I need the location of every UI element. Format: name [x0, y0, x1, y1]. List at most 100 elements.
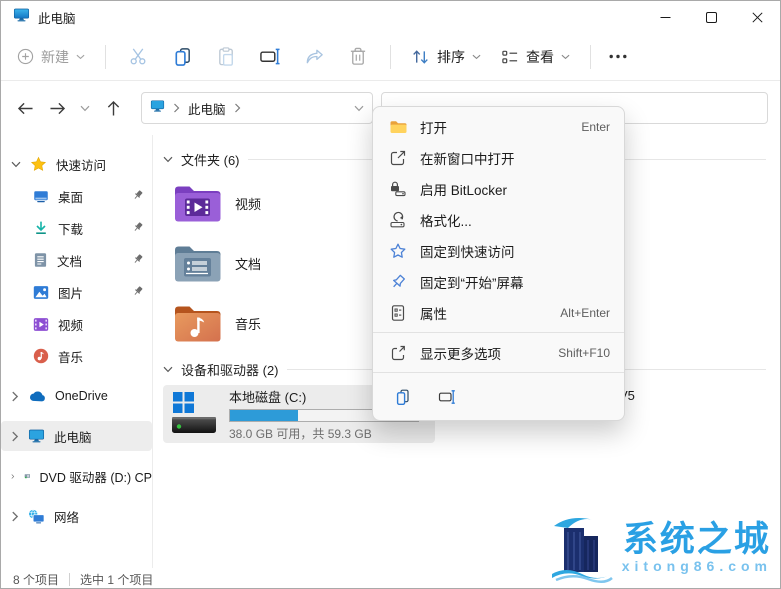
rename-button[interactable]: [248, 40, 292, 74]
up-button[interactable]: [97, 92, 129, 124]
close-icon: [751, 11, 763, 23]
recent-locations-button[interactable]: [73, 92, 97, 124]
toolbar-divider: [390, 44, 391, 69]
chevron-right-icon[interactable]: [11, 391, 19, 402]
delete-icon: [350, 47, 366, 65]
sidebar-item-this-pc[interactable]: 此电脑: [1, 421, 152, 451]
sidebar-item-pictures[interactable]: 图片: [1, 277, 152, 307]
sidebar-item-documents[interactable]: 文档: [1, 245, 152, 275]
sidebar-item-label: OneDrive: [55, 389, 108, 403]
maximize-button[interactable]: [688, 1, 734, 33]
menu-shortcut: Shift+F10: [558, 345, 610, 360]
this-pc-icon: [13, 7, 30, 28]
sidebar-item-downloads[interactable]: 下载: [1, 213, 152, 243]
menu-item-format[interactable]: 格式化...: [373, 204, 624, 235]
sidebar-item-quick-access[interactable]: 快速访问: [1, 149, 152, 179]
paste-button[interactable]: [204, 40, 248, 74]
music-folder-icon: [175, 306, 221, 342]
documents-folder-icon: [175, 246, 221, 282]
rename-icon: [438, 390, 455, 404]
chevron-down-icon[interactable]: [11, 161, 21, 168]
menu-item-pin-to-quick-access[interactable]: 固定到快速访问: [373, 235, 624, 266]
chevron-down-icon[interactable]: [163, 156, 173, 163]
rename-icon: [260, 48, 280, 65]
rename-button[interactable]: [429, 382, 465, 412]
menu-item-show-more-options[interactable]: 显示更多选项 Shift+F10: [373, 337, 624, 368]
menu-item-enable-bitlocker[interactable]: 启用 BitLocker: [373, 173, 624, 204]
download-icon: [36, 221, 46, 234]
share-button[interactable]: [292, 40, 336, 74]
chevron-down-icon: [80, 105, 90, 111]
sidebar-item-label: 桌面: [58, 190, 84, 205]
new-button-label: 新建: [41, 48, 69, 65]
sidebar-item-label: 图片: [58, 286, 84, 301]
menu-item-label: 固定到“开始”屏幕: [420, 275, 524, 291]
menu-item-properties[interactable]: 属性 Alt+Enter: [373, 297, 624, 328]
network-icon: [29, 509, 45, 523]
sidebar-item-label: 快速访问: [56, 158, 107, 173]
close-button[interactable]: [734, 1, 780, 33]
sidebar-item-desktop[interactable]: 桌面: [1, 181, 152, 211]
copy-button[interactable]: [385, 382, 421, 412]
sidebar-item-onedrive[interactable]: OneDrive: [1, 381, 152, 411]
menu-item-pin-to-start[interactable]: 固定到“开始”屏幕: [373, 266, 624, 297]
address-bar[interactable]: 此电脑: [141, 92, 373, 124]
explorer-window: 此电脑 新建 排序 查看 此电脑 快速访问 桌面 下载 文档 图片 视频 音乐 …: [0, 0, 781, 589]
chevron-down-icon[interactable]: [163, 366, 173, 373]
sidebar-item-network[interactable]: 网络: [1, 501, 152, 531]
sort-button[interactable]: 排序: [411, 47, 481, 67]
star-outline-icon: [390, 243, 406, 258]
cut-button[interactable]: [116, 40, 160, 74]
chevron-right-icon[interactable]: [11, 471, 15, 482]
folder-name: 音乐: [235, 316, 262, 332]
forward-button[interactable]: [41, 92, 73, 124]
up-arrow-icon: [107, 100, 119, 116]
chevron-right-icon[interactable]: [11, 511, 19, 522]
copy-button[interactable]: [160, 40, 204, 74]
bitlocker-lock-icon: [391, 181, 406, 196]
sidebar-item-videos[interactable]: 视频: [1, 309, 152, 339]
toolbar-divider: [590, 44, 591, 69]
sidebar-item-dvd-drive[interactable]: DVD 驱动器 (D:) CP: [1, 461, 152, 491]
address-dropdown-button[interactable]: [354, 99, 364, 117]
more-options-button[interactable]: [601, 40, 635, 74]
document-icon: [34, 253, 47, 267]
chevron-down-icon: [354, 105, 364, 112]
window-controls: [642, 1, 780, 33]
minimize-button[interactable]: [642, 1, 688, 33]
paste-icon: [218, 47, 233, 66]
view-button[interactable]: 查看: [501, 47, 570, 67]
drive-usage-text: 38.0 GB 可用，共 59.3 GB: [229, 426, 372, 441]
pin-icon: [134, 222, 143, 231]
view-icon: [502, 50, 518, 63]
menu-separator: [373, 372, 624, 373]
forward-arrow-icon: [49, 102, 65, 114]
delete-button[interactable]: [336, 40, 380, 74]
menu-item-label: 属性: [420, 306, 447, 322]
more-options-icon: [609, 54, 627, 59]
dvd-icon: [24, 474, 30, 479]
status-divider: [69, 572, 71, 586]
sidebar-item-music[interactable]: 音乐: [1, 341, 152, 371]
chevron-right-icon[interactable]: [11, 431, 19, 442]
sidebar-item-label: 音乐: [58, 350, 84, 365]
sidebar-item-label: 此电脑: [54, 430, 92, 445]
copy-icon: [396, 389, 409, 406]
title-bar: 此电脑: [1, 1, 780, 33]
sidebar-item-label: 网络: [54, 510, 80, 525]
watermark-title: 系统之城: [622, 519, 771, 559]
menu-item-open-new-window[interactable]: 在新窗口中打开: [373, 142, 624, 173]
folder-tile-videos[interactable]: 视频: [163, 175, 393, 231]
back-button[interactable]: [9, 92, 41, 124]
breadcrumb-this-pc[interactable]: 此电脑: [188, 99, 226, 118]
new-button[interactable]: 新建: [17, 47, 85, 67]
show-more-icon: [391, 345, 405, 360]
back-arrow-icon: [17, 102, 33, 114]
chevron-right-icon: [234, 103, 240, 113]
menu-item-open[interactable]: 打开 Enter: [373, 111, 624, 142]
folder-tile-music[interactable]: 音乐: [163, 295, 393, 351]
menu-shortcut: Alt+Enter: [560, 305, 610, 320]
plus-new-icon: [17, 48, 34, 65]
folder-tile-documents[interactable]: 文档: [163, 235, 393, 291]
chevron-down-icon: [76, 54, 85, 59]
